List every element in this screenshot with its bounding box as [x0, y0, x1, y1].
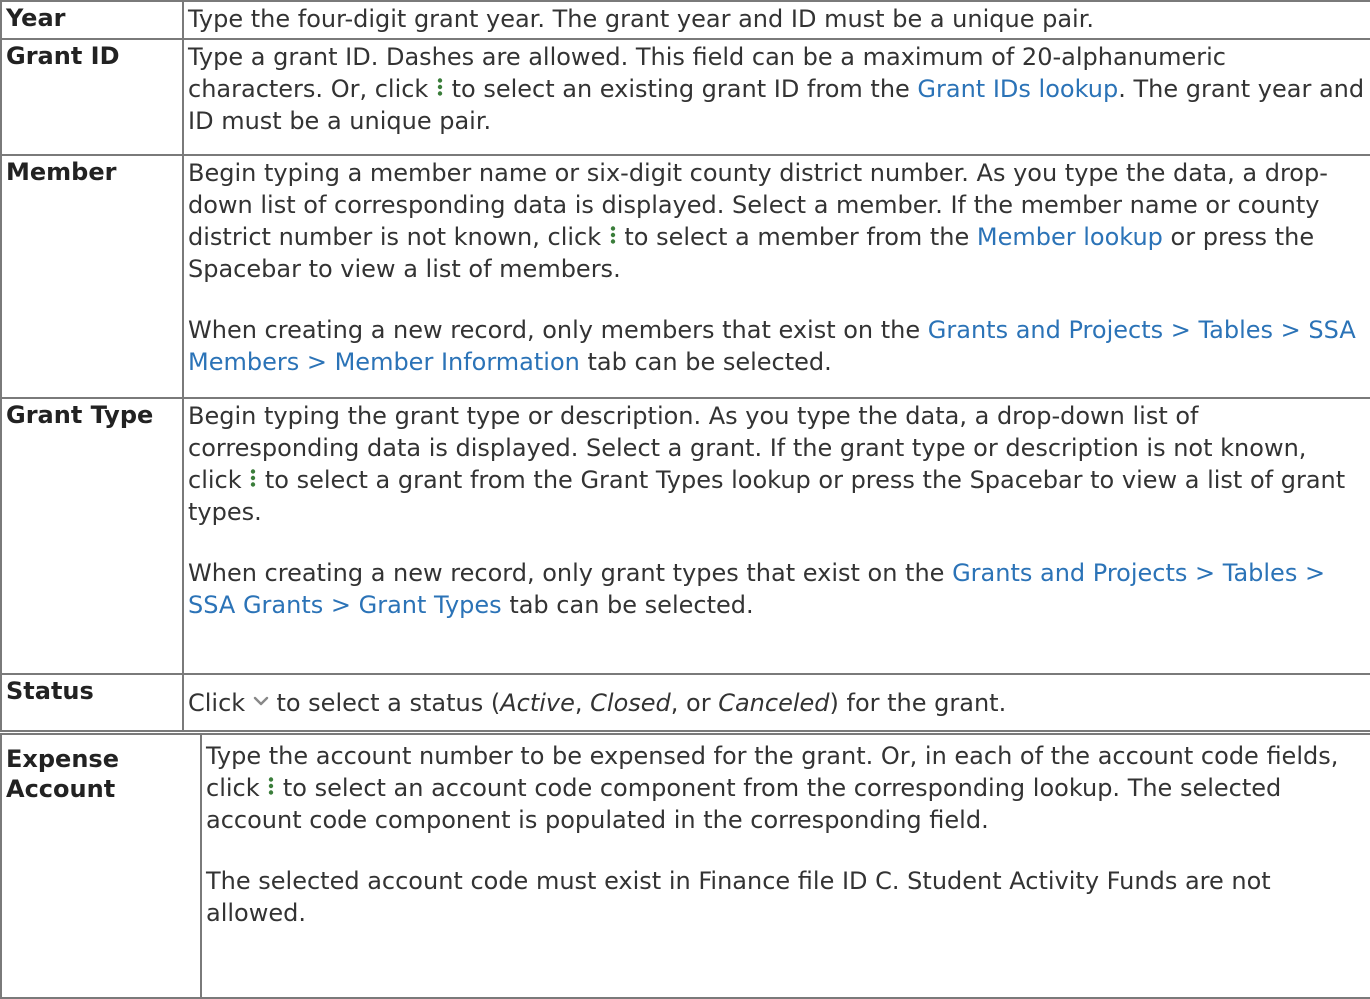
- description-text: tab can be selected.: [501, 591, 754, 619]
- field-label-cell: Status: [0, 673, 184, 732]
- status-option-active: Active: [500, 689, 575, 717]
- field-description-cell: Type the account number to be expensed f…: [200, 733, 1370, 999]
- table-row-year: Year Type the four-digit grant year. The…: [0, 0, 1370, 40]
- label-line: Account: [6, 775, 116, 803]
- field-description-cell: Type a grant ID. Dashes are allowed. Thi…: [182, 38, 1370, 156]
- vertical-ellipsis-icon: [436, 78, 444, 96]
- status-option-canceled: Canceled: [718, 689, 830, 717]
- field-label-member: Member: [6, 158, 117, 186]
- field-description-expense-account: Type the account number to be expensed f…: [202, 735, 1370, 932]
- field-description-grant-id: Type a grant ID. Dashes are allowed. Thi…: [184, 40, 1370, 140]
- field-label-grant-id: Grant ID: [6, 42, 120, 70]
- description-text: Type the four-digit grant year. The gran…: [188, 5, 1094, 33]
- field-description-cell: Type the four-digit grant year. The gran…: [182, 0, 1370, 40]
- field-label-status: Status: [6, 677, 94, 705]
- table-row-expense-account: Expense Account Type the account number t…: [0, 733, 1370, 999]
- field-label-cell: Expense Account: [0, 733, 202, 999]
- field-label-cell: Grant ID: [0, 38, 184, 156]
- field-description-status: Click to select a status (Active, Closed…: [184, 675, 1370, 722]
- vertical-ellipsis-icon: [249, 469, 257, 487]
- field-label-expense-account: Expense Account: [2, 735, 200, 803]
- description-text: Click: [188, 689, 253, 717]
- description-text: When creating a new record, only grant t…: [188, 559, 953, 587]
- field-description-cell: Begin typing the grant type or descripti…: [182, 397, 1370, 675]
- description-text: ) for the grant.: [829, 689, 1007, 717]
- table-row-grant-id: Grant ID Type a grant ID. Dashes are all…: [0, 38, 1370, 156]
- field-label-year: Year: [6, 4, 66, 32]
- status-option-closed: Closed: [590, 689, 671, 717]
- field-description-year: Type the four-digit grant year. The gran…: [184, 2, 1370, 38]
- table-row-grant-type: Grant Type Begin typing the grant type o…: [0, 397, 1370, 675]
- chevron-down-icon: [253, 696, 269, 706]
- description-text: When creating a new record, only members…: [188, 316, 928, 344]
- field-label-cell: Grant Type: [0, 397, 184, 675]
- table-row-member: Member Begin typing a member name or six…: [0, 154, 1370, 399]
- description-text: to select an existing grant ID from the: [443, 75, 918, 103]
- description-text: tab can be selected.: [579, 348, 832, 376]
- vertical-ellipsis-icon: [609, 226, 617, 244]
- grant-ids-lookup-link[interactable]: Grant IDs lookup: [917, 75, 1118, 103]
- description-text: ,: [574, 689, 591, 717]
- label-line: Expense: [6, 745, 119, 773]
- field-label-cell: Year: [0, 0, 184, 40]
- field-description-grant-type: Begin typing the grant type or descripti…: [184, 399, 1370, 624]
- description-text: to select a grant from the Grant Types l…: [188, 466, 1346, 526]
- field-label-grant-type: Grant Type: [6, 401, 154, 429]
- expense-account-table: Expense Account Type the account number t…: [0, 733, 1370, 999]
- member-lookup-link[interactable]: Member lookup: [977, 223, 1163, 251]
- description-text: to select a member from the: [616, 223, 977, 251]
- vertical-ellipsis-icon: [267, 777, 275, 795]
- description-text: , or: [670, 689, 719, 717]
- field-description-table: Year Type the four-digit grant year. The…: [0, 0, 1370, 732]
- field-description-page: Year Type the four-digit grant year. The…: [0, 0, 1370, 999]
- field-description-member: Begin typing a member name or six-digit …: [184, 156, 1370, 381]
- field-label-cell: Member: [0, 154, 184, 399]
- table-row-status: Status Click to select a status (Active,…: [0, 673, 1370, 732]
- description-text: The selected account code must exist in …: [206, 867, 1271, 927]
- description-text: to select a status (: [268, 689, 501, 717]
- field-description-cell: Click to select a status (Active, Closed…: [182, 673, 1370, 732]
- description-text: to select an account code component from…: [206, 774, 1282, 834]
- field-description-cell: Begin typing a member name or six-digit …: [182, 154, 1370, 399]
